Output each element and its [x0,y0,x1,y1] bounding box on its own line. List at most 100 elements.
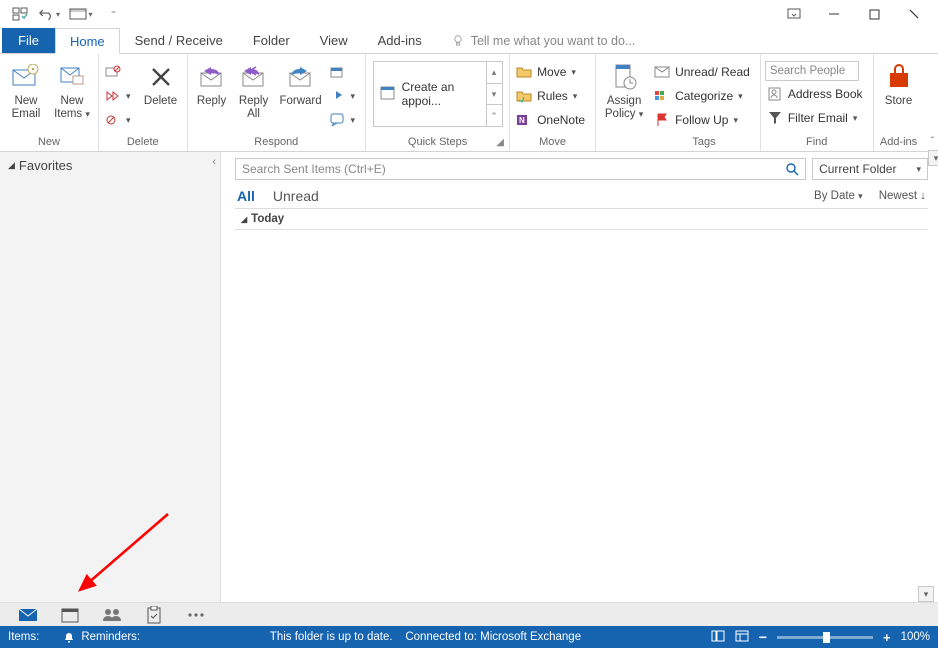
group-addins: Store Add-ins [874,54,924,151]
maximize-icon[interactable] [854,2,894,26]
tell-me-placeholder: Tell me what you want to do... [471,34,636,48]
delete-button[interactable]: Delete [139,59,183,108]
zoom-in-button[interactable]: + [883,630,891,645]
categorize-button[interactable]: Categorize ▾ [652,85,756,107]
qat-archive-icon[interactable]: ▾ [66,3,96,25]
qat-customize-icon[interactable]: ⁼ [102,3,124,25]
qat-all-folders-icon[interactable] [10,3,32,25]
search-icon [785,162,799,176]
undo-icon[interactable]: ▾ [38,3,60,25]
tab-addins[interactable]: Add-ins [363,28,437,53]
view-reading-icon[interactable] [735,630,749,645]
status-items: Items: [8,631,39,643]
view-normal-icon[interactable] [711,630,725,645]
group-move-label: Move [514,134,591,151]
group-respond: Reply Reply All Forward ▾ ▾ Respond [188,54,367,151]
onenote-button[interactable]: NOneNote [514,109,591,131]
status-reminders[interactable]: Reminders: [63,631,140,643]
forward-button[interactable]: Forward [276,59,326,108]
new-email-button[interactable]: New Email [4,59,48,121]
meeting-icon [330,64,346,80]
rules-icon [516,88,532,104]
forward-icon [285,61,317,93]
group-quicksteps-label: Quick Steps [370,134,505,151]
quick-steps-gallery[interactable]: Create an appoi... ▴▾⁼ [373,61,503,127]
rules-button[interactable]: Rules ▾ [514,85,591,107]
tab-file[interactable]: File [2,28,55,53]
filter-all[interactable]: All [237,188,255,204]
funnel-icon [767,110,783,126]
sort-newest[interactable]: Newest ↓ [879,190,926,202]
lightbulb-icon [451,34,465,48]
address-book-button[interactable]: Address Book [765,83,869,105]
collapse-ribbon-icon[interactable]: ˇ [931,136,934,147]
collapse-folder-pane-icon[interactable]: ‹ [212,156,216,168]
nav-more-icon[interactable] [186,605,206,625]
content-area: ◢ Favorites ‹ Search Sent Items (Ctrl+E)… [0,152,938,602]
forward-label: Forward [279,95,321,108]
assign-policy-subgroup: Assign Policy ▾ [596,54,648,151]
group-respond-label: Respond [192,134,362,151]
tab-view[interactable]: View [305,28,363,53]
quicksteps-launcher-icon[interactable]: ◢ [494,136,506,148]
ignore-button[interactable] [103,61,137,83]
zoom-out-button[interactable]: − [759,629,767,645]
filter-email-button[interactable]: Filter Email ▾ [765,107,869,129]
cleanup-button[interactable]: ▾ [103,85,137,107]
zoom-slider[interactable] [777,636,873,639]
favorites-header[interactable]: ◢ Favorites [0,152,220,179]
reply-button[interactable]: Reply [192,59,232,108]
reading-pane-toggle-icon[interactable]: ▾ [928,150,938,166]
new-items-icon [56,61,88,93]
ribbon-tabs: File Home Send / Receive Folder View Add… [0,28,938,54]
tell-me-search[interactable]: Tell me what you want to do... [451,28,636,53]
delete-label: Delete [144,95,177,108]
quick-access-toolbar: ▾ ▾ ⁼ [4,3,124,25]
filter-unread[interactable]: Unread [273,188,319,204]
meeting-reply-button[interactable] [328,61,362,83]
search-people-input[interactable]: Search People [765,61,859,81]
junk-button[interactable]: ▾ [103,109,137,131]
tab-send-receive[interactable]: Send / Receive [120,28,238,53]
tab-home[interactable]: Home [55,28,120,54]
followup-button[interactable]: Follow Up ▾ [652,109,756,131]
minimize-icon[interactable] [814,2,854,26]
store-button[interactable]: Store [878,59,920,108]
navigation-bar [0,602,938,626]
forward-attachment-button[interactable]: ▾ [328,85,362,107]
assign-policy-label: Assign Policy ▾ [600,95,648,121]
group-header-today[interactable]: ◢ Today [235,208,928,230]
categorize-icon [654,88,670,104]
status-connection: Connected to: Microsoft Exchange [405,631,581,643]
new-items-button[interactable]: New Items ▾ [50,59,94,121]
svg-text:N: N [519,116,525,125]
list-overflow-icon[interactable]: ▾ [918,586,934,602]
reply-im-button[interactable]: ▾ [328,109,362,131]
onenote-icon: N [516,112,532,128]
status-bar: Items: Reminders: This folder is up to d… [0,626,938,648]
nav-people-icon[interactable] [102,605,122,625]
search-scope-dropdown[interactable]: Current Folder▾ [812,158,928,180]
group-addins-label: Add-ins [878,134,920,151]
search-input[interactable]: Search Sent Items (Ctrl+E) [235,158,806,180]
ribbon: New Email New Items ▾ New ▾ ▾ Delete Del… [0,54,938,152]
message-list-body: ▾ [235,230,928,602]
close-icon[interactable] [894,2,934,26]
ribbon-display-options-icon[interactable] [774,2,814,26]
reply-all-button[interactable]: Reply All [234,59,274,121]
move-button[interactable]: Move ▾ [514,61,591,83]
sort-by-date[interactable]: By Date ▾ [814,190,863,202]
nav-mail-icon[interactable] [18,605,38,625]
gallery-scroll[interactable]: ▴▾⁼ [486,62,502,126]
search-placeholder: Search Sent Items (Ctrl+E) [242,162,386,176]
group-delete: ▾ ▾ Delete Delete [99,54,188,151]
assign-policy-button[interactable]: Assign Policy ▾ [600,59,648,121]
zoom-level[interactable]: 100% [901,631,930,643]
window-controls [774,2,934,26]
nav-tasks-icon[interactable] [144,605,164,625]
new-items-label: New Items ▾ [50,95,94,121]
unread-read-button[interactable]: Unread/ Read [652,61,756,83]
tab-folder[interactable]: Folder [238,28,305,53]
nav-calendar-icon[interactable] [60,605,80,625]
assign-policy-icon [608,61,640,93]
